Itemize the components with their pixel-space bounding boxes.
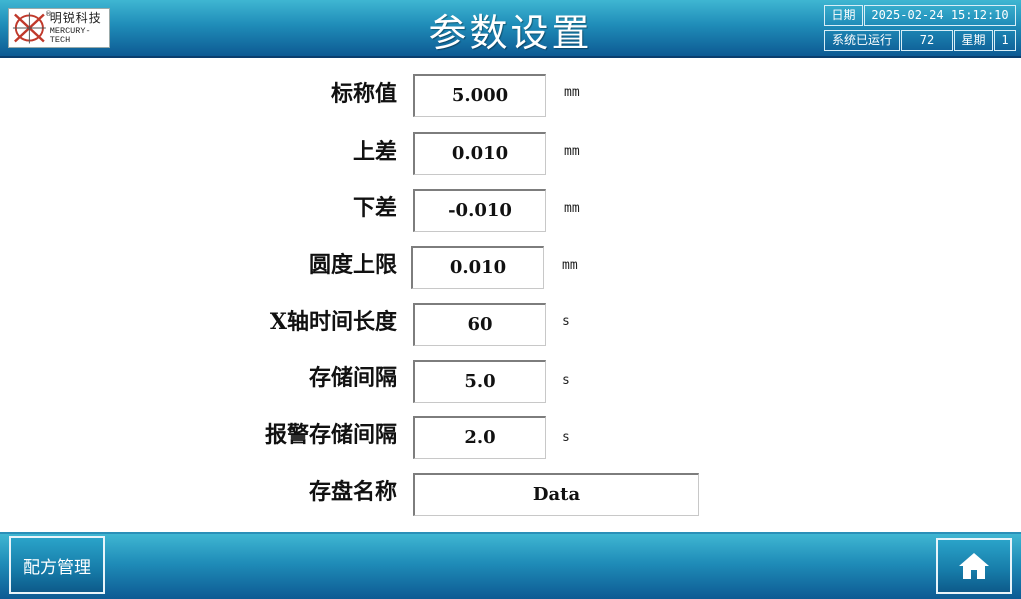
label-lower-tolerance: 下差 xyxy=(352,195,397,221)
runtime-label: 系统已运行 xyxy=(824,30,900,51)
label-save-file-name: 存盘名称 xyxy=(308,479,397,505)
footer-bar xyxy=(0,532,1021,599)
nominal-value-input[interactable] xyxy=(413,74,546,117)
label-x-axis-duration: X轴时间长度 xyxy=(269,309,397,335)
home-button[interactable] xyxy=(936,538,1012,594)
x-axis-duration-input[interactable] xyxy=(413,303,546,346)
lower-tolerance-input[interactable] xyxy=(413,189,546,232)
home-icon xyxy=(959,553,989,579)
roundness-limit-input[interactable] xyxy=(411,246,544,289)
label-upper-tolerance: 上差 xyxy=(352,139,397,165)
datetime-display: 2025-02-24 15:12:10 xyxy=(864,5,1016,26)
unit-lower-tolerance: mm xyxy=(564,201,580,216)
recipe-management-button[interactable]: 配方管理 xyxy=(9,536,105,594)
label-nominal-value: 标称值 xyxy=(330,81,397,107)
alarm-storage-interval-input[interactable] xyxy=(413,416,546,459)
weekday-value: 1 xyxy=(994,30,1016,51)
label-storage-interval: 存储间隔 xyxy=(308,365,397,391)
runtime-value: 72 xyxy=(901,30,953,51)
unit-x-axis-duration: s xyxy=(562,314,570,329)
weekday-label: 星期 xyxy=(954,30,993,51)
unit-roundness-limit: mm xyxy=(562,258,578,273)
storage-interval-input[interactable] xyxy=(413,360,546,403)
save-file-name-input[interactable] xyxy=(413,473,699,516)
upper-tolerance-input[interactable] xyxy=(413,132,546,175)
unit-nominal-value: mm xyxy=(564,85,580,100)
unit-alarm-storage-interval: s xyxy=(562,430,570,445)
date-label: 日期 xyxy=(824,5,863,26)
unit-storage-interval: s xyxy=(562,373,570,388)
label-alarm-storage-interval: 报警存储间隔 xyxy=(264,422,397,448)
label-roundness-limit: 圆度上限 xyxy=(308,252,397,278)
unit-upper-tolerance: mm xyxy=(564,144,580,159)
